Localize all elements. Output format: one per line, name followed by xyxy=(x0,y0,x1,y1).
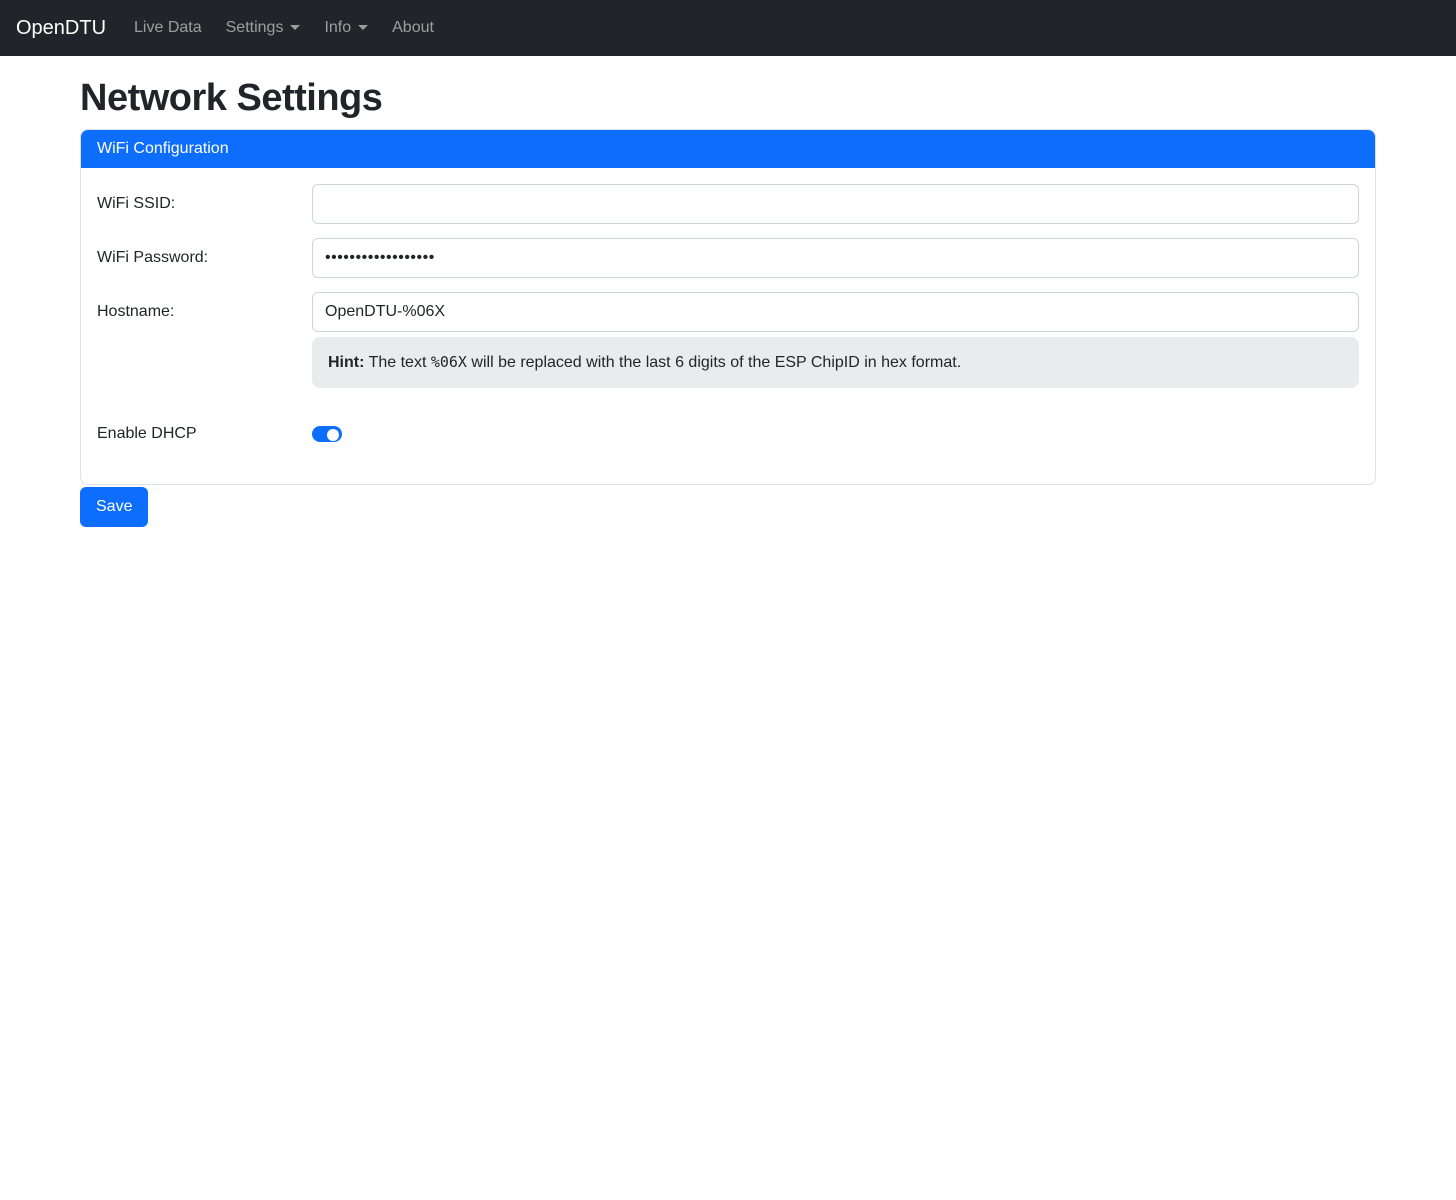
chevron-down-icon xyxy=(290,25,300,30)
nav-item-label: Live Data xyxy=(134,19,202,36)
hostname-label: Hostname: xyxy=(97,292,312,324)
chevron-down-icon xyxy=(358,25,368,30)
nav-item-label: Settings xyxy=(226,19,284,36)
hint-code-token: %06X xyxy=(431,353,467,371)
nav-item-about[interactable]: About xyxy=(384,11,442,44)
form-row-dhcp: Enable DHCP xyxy=(97,414,1359,446)
nav-item-label: Info xyxy=(324,19,351,36)
brand-opendtu[interactable]: OpenDTU xyxy=(16,17,106,40)
hint-text: will be replaced with the last 6 digits … xyxy=(467,354,961,371)
navbar: OpenDTU Live Data Settings Info About xyxy=(0,0,1456,56)
card-body: WiFi SSID: WiFi Password: Hostname: Hint… xyxy=(81,168,1375,484)
wifi-password-input[interactable] xyxy=(312,238,1359,278)
form-row-ssid: WiFi SSID: xyxy=(97,184,1359,224)
wifi-password-label: WiFi Password: xyxy=(97,238,312,270)
dhcp-toggle[interactable] xyxy=(312,426,342,442)
toggle-knob-icon xyxy=(327,429,339,441)
nav-item-info[interactable]: Info xyxy=(316,11,376,44)
hint-text: The text xyxy=(364,354,430,371)
form-row-password: WiFi Password: xyxy=(97,238,1359,278)
hostname-input[interactable] xyxy=(312,292,1359,332)
save-button[interactable]: Save xyxy=(80,487,148,527)
wifi-configuration-card: WiFi Configuration WiFi SSID: WiFi Passw… xyxy=(80,129,1376,485)
wifi-ssid-input[interactable] xyxy=(312,184,1359,224)
page-title: Network Settings xyxy=(80,77,1376,120)
hint-prefix: Hint: xyxy=(328,354,364,371)
hostname-hint: Hint: The text %06X will be replaced wit… xyxy=(312,337,1359,388)
nav-menu: Live Data Settings Info About xyxy=(122,19,446,37)
wifi-ssid-label: WiFi SSID: xyxy=(97,184,312,216)
nav-item-settings[interactable]: Settings xyxy=(218,11,309,44)
form-row-hostname: Hostname: Hint: The text %06X will be re… xyxy=(97,292,1359,388)
enable-dhcp-label: Enable DHCP xyxy=(97,414,312,446)
nav-item-live-data[interactable]: Live Data xyxy=(126,11,210,44)
nav-item-label: About xyxy=(392,19,434,36)
main-content: Network Settings WiFi Configuration WiFi… xyxy=(80,77,1376,527)
card-header: WiFi Configuration xyxy=(81,130,1375,168)
